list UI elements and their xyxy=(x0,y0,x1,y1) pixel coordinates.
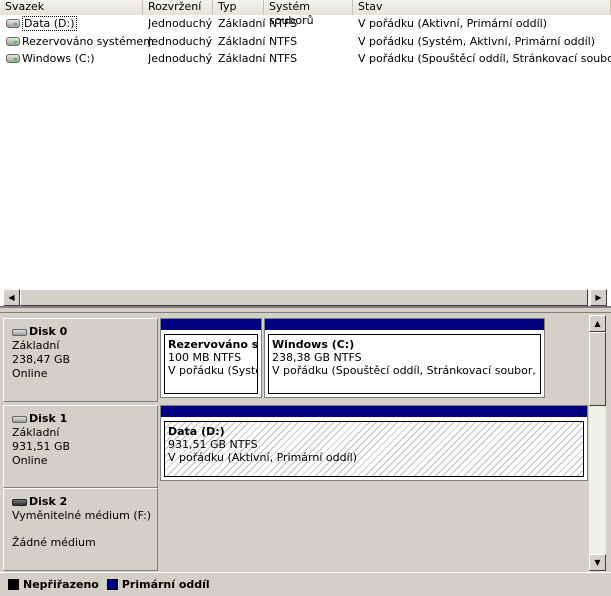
volume-layout: Jednoduchý xyxy=(148,35,213,48)
partition-status: V pořádku (Spouštěcí oddíl, Stránkovací … xyxy=(272,364,540,377)
volume-drive-icon xyxy=(6,19,20,28)
partition-size: 100 MB NTFS xyxy=(168,351,242,364)
disk-label-0[interactable]: Disk 0 Základní 238,47 GB Online xyxy=(3,318,158,402)
disk-kind: Základní xyxy=(12,339,60,352)
disk-size xyxy=(12,523,157,536)
volume-layout: Jednoduchý xyxy=(148,17,213,30)
scroll-right-button[interactable]: ▶ xyxy=(590,289,607,306)
column-header-type[interactable]: Typ xyxy=(213,0,264,15)
disk-state: Žádné médium xyxy=(12,536,96,549)
volume-filesystem: NTFS xyxy=(269,35,298,48)
disk-pane-vertical-scrollbar[interactable]: ▲ ▼ xyxy=(589,315,606,571)
arrow-right-icon: ▶ xyxy=(595,293,602,302)
disk-partitions-1: Data (D:) 931,51 GB NTFS V pořádku (Akti… xyxy=(160,405,588,488)
volume-name: Data (D:) xyxy=(22,16,77,31)
removable-disk-icon xyxy=(12,498,27,506)
disk-title: Disk 1 xyxy=(12,412,157,426)
hard-disk-icon xyxy=(12,415,27,423)
column-header-volume[interactable]: Svazek xyxy=(0,0,143,15)
disk-label-1[interactable]: Disk 1 Základní 931,51 GB Online xyxy=(3,405,158,488)
scroll-down-button[interactable]: ▼ xyxy=(589,554,606,571)
disk-state: Online xyxy=(12,367,48,380)
volume-row-windows-c[interactable]: Windows (C:) Jednoduchý Základní NTFS V … xyxy=(0,50,611,67)
disk-kind: Vyměnitelné médium (F:) xyxy=(12,509,152,522)
legend-swatch-primary xyxy=(106,579,118,590)
disk-row-0[interactable]: Disk 0 Základní 238,47 GB Online Rezervo… xyxy=(3,318,589,402)
partition-windows-c[interactable]: Windows (C:) 238,38 GB NTFS V pořádku (S… xyxy=(264,318,545,398)
partition-box-selected: Data (D:) 931,51 GB NTFS V pořádku (Akti… xyxy=(164,421,584,477)
disk-partitions-2 xyxy=(160,488,588,571)
partition-name: Data (D:) xyxy=(168,425,225,438)
volume-list[interactable]: Svazek Rozvržení Typ Systém souborů Stav… xyxy=(0,0,611,308)
partition-name: Windows (C:) xyxy=(272,338,355,351)
volume-filesystem: NTFS xyxy=(269,17,298,30)
legend-unallocated: Nepřiřazeno xyxy=(8,578,99,591)
disk-label-2[interactable]: Disk 2 Vyměnitelné médium (F:) Žádné méd… xyxy=(3,488,158,571)
legend: Nepřiřazeno Primární oddíl xyxy=(0,572,611,596)
volume-drive-icon xyxy=(6,37,20,46)
disk-title: Disk 0 xyxy=(12,325,157,339)
partition-status: V pořádku (Aktivní, Primární oddíl) xyxy=(168,451,357,464)
disk-row-2[interactable]: Disk 2 Vyměnitelné médium (F:) Žádné méd… xyxy=(3,488,589,571)
volume-status: V pořádku (Spouštěcí oddíl, Stránkovací … xyxy=(358,52,611,65)
disk-pane[interactable]: Disk 0 Základní 238,47 GB Online Rezervo… xyxy=(0,312,611,572)
volume-list-header: Svazek Rozvržení Typ Systém souborů Stav xyxy=(0,0,611,27)
partition-data-d[interactable]: Data (D:) 931,51 GB NTFS V pořádku (Akti… xyxy=(160,405,588,481)
partition-status: V pořádku (Systém xyxy=(168,364,257,377)
volume-layout: Jednoduchý xyxy=(148,52,213,65)
volume-row-data-d[interactable]: Data (D:) Jednoduchý Základní NTFS V poř… xyxy=(0,15,611,32)
disk-title: Disk 2 xyxy=(12,495,157,509)
volume-row-reserved[interactable]: Rezervováno systémem Jednoduchý Základní… xyxy=(0,33,611,50)
volume-list-horizontal-scrollbar[interactable]: ◀ ▶ xyxy=(3,289,607,306)
disk-name: Disk 2 xyxy=(29,495,68,508)
arrow-down-icon: ▼ xyxy=(594,558,601,567)
column-header-filesystem[interactable]: Systém souborů xyxy=(264,0,353,27)
column-header-layout[interactable]: Rozvržení xyxy=(143,0,213,15)
volume-name: Windows (C:) xyxy=(22,52,95,65)
partition-box: Rezervováno sy 100 MB NTFS V pořádku (Sy… xyxy=(164,334,258,394)
horizontal-scroll-thumb[interactable] xyxy=(20,289,588,306)
disk-size: 931,51 GB xyxy=(12,440,71,453)
partition-type-bar xyxy=(265,319,544,330)
volume-status: V pořádku (Systém, Aktivní, Primární odd… xyxy=(358,35,596,48)
volume-name: Rezervováno systémem xyxy=(22,35,154,48)
volume-type: Základní xyxy=(218,17,266,30)
partition-size: 238,38 GB NTFS xyxy=(272,351,362,364)
volume-type: Základní xyxy=(218,35,266,48)
column-header-status[interactable]: Stav xyxy=(353,0,611,15)
hard-disk-icon xyxy=(12,328,27,336)
partition-size: 931,51 GB NTFS xyxy=(168,438,258,451)
volume-filesystem: NTFS xyxy=(269,52,298,65)
volume-drive-icon xyxy=(6,54,20,63)
partition-type-bar xyxy=(161,319,261,330)
arrow-left-icon: ◀ xyxy=(8,293,15,302)
arrow-up-icon: ▲ xyxy=(594,319,601,328)
disk-name: Disk 1 xyxy=(29,412,68,425)
legend-label: Nepřiřazeno xyxy=(23,578,99,591)
disk-size: 238,47 GB xyxy=(12,353,71,366)
volume-status: V pořádku (Aktivní, Primární oddíl) xyxy=(358,17,547,30)
partition-reserved[interactable]: Rezervováno sy 100 MB NTFS V pořádku (Sy… xyxy=(160,318,262,398)
legend-label: Primární oddíl xyxy=(121,578,210,591)
scroll-left-button[interactable]: ◀ xyxy=(3,289,20,306)
disk-name: Disk 0 xyxy=(29,325,68,338)
partition-type-bar xyxy=(161,406,587,417)
disk-kind: Základní xyxy=(12,426,60,439)
legend-swatch-unallocated xyxy=(8,579,19,590)
disk-state: Online xyxy=(12,454,48,467)
vertical-scroll-thumb[interactable] xyxy=(589,332,606,406)
partition-name: Rezervováno sy xyxy=(168,338,258,351)
partition-box: Windows (C:) 238,38 GB NTFS V pořádku (S… xyxy=(268,334,541,394)
scroll-up-button[interactable]: ▲ xyxy=(589,315,606,332)
disk-partitions-0: Rezervováno sy 100 MB NTFS V pořádku (Sy… xyxy=(160,318,588,402)
legend-primary: Primární oddíl xyxy=(106,578,210,591)
disk-row-1[interactable]: Disk 1 Základní 931,51 GB Online Data (D… xyxy=(3,405,589,488)
volume-type: Základní xyxy=(218,52,266,65)
